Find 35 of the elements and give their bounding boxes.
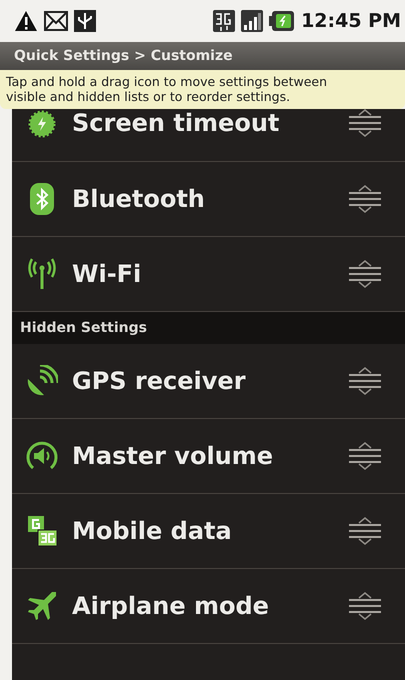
warning-icon xyxy=(14,10,38,32)
drag-handle-icon[interactable] xyxy=(349,517,381,545)
drag-handle-icon[interactable] xyxy=(349,442,381,470)
airplane-icon xyxy=(26,590,58,622)
signal-icon xyxy=(241,10,264,32)
speaker-icon xyxy=(25,440,59,472)
network-type-icon xyxy=(213,10,236,32)
section-header: Hidden Settings xyxy=(12,312,405,344)
setting-row[interactable]: Airplane mode xyxy=(12,569,405,644)
bluetooth-icon xyxy=(30,183,54,215)
setting-row[interactable]: GPS receiver xyxy=(12,344,405,419)
drag-handle-icon[interactable] xyxy=(349,367,381,395)
battery-icon xyxy=(269,10,296,32)
antenna-icon xyxy=(28,258,56,290)
drag-handle-icon[interactable] xyxy=(349,109,381,137)
drag-handle-icon[interactable] xyxy=(349,185,381,213)
network-squares-icon xyxy=(26,515,58,547)
setting-row[interactable]: Master volume xyxy=(12,419,405,494)
mail-icon xyxy=(44,11,68,31)
clock-time: 12:45 PM xyxy=(301,10,401,32)
satellite-dish-icon xyxy=(26,365,58,397)
drag-handle-icon[interactable] xyxy=(349,592,381,620)
hint-banner: Tap and hold a drag icon to move settings between visible and hidden lists or to reorder settings. xyxy=(0,70,405,109)
setting-row[interactable]: Mobile data xyxy=(12,494,405,569)
setting-label: Wi-Fi xyxy=(72,260,142,288)
title-bar: Quick Settings > Customize xyxy=(0,42,405,70)
drag-handle-icon[interactable] xyxy=(349,260,381,288)
setting-label: Screen timeout xyxy=(72,109,280,137)
setting-row[interactable]: Bluetooth xyxy=(12,162,405,237)
setting-label: Mobile data xyxy=(72,517,233,545)
setting-row[interactable]: Screen timeout xyxy=(12,109,405,162)
setting-label: Master volume xyxy=(72,442,274,470)
setting-label: GPS receiver xyxy=(72,367,247,395)
setting-label: Bluetooth xyxy=(72,185,206,213)
setting-label: Airplane mode xyxy=(72,592,270,620)
